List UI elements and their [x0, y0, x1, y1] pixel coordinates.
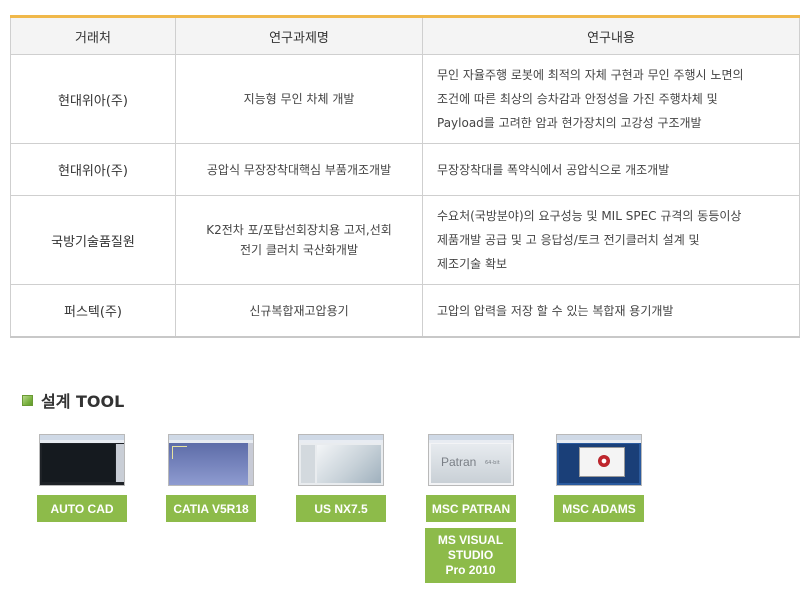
table-header-row: 거래처 연구과제명 연구내용 [10, 16, 800, 55]
client-cell: 국방기술품질원 [10, 195, 176, 285]
autocad-button[interactable]: AUTO CAD [37, 495, 127, 522]
content-cell: 고압의 압력을 저장 할 수 있는 복합재 용기개발 [422, 284, 800, 338]
visual-studio-button[interactable]: MS VISUAL STUDIO Pro 2010 [425, 528, 516, 583]
design-tool-heading: 설계 TOOL [22, 389, 124, 411]
adams-screenshot-icon[interactable] [556, 434, 642, 486]
project-line: 전기 클러치 국산화개발 [239, 243, 359, 257]
adams-button[interactable]: MSC ADAMS [554, 495, 644, 522]
content-line: 무인 자율주행 로봇에 최적의 자체 구현과 무인 주행시 노면의 [437, 68, 744, 82]
header-content: 연구내용 [422, 16, 800, 55]
project-line: K2전차 포/포탑선회장치용 고저,선회 [206, 223, 392, 237]
autocad-screenshot-icon[interactable] [39, 434, 125, 486]
content-line: 수요처(국방분야)의 요구성능 및 MIL SPEC 규격의 동등이상 [437, 209, 742, 223]
project-line: 지능형 무인 차체 개발 [243, 92, 355, 106]
patran-screenshot-icon[interactable]: Patran 64-bit [428, 434, 514, 486]
client-cell: 현대위아(주) [10, 54, 176, 144]
client-cell: 현대위아(주) [10, 143, 176, 196]
content-line: Payload를 고려한 암과 현가장치의 고강성 구조개발 [437, 116, 702, 130]
patran-version-text: 64-bit [485, 460, 500, 466]
content-line: 조건에 따른 최상의 승차감과 안정성을 가진 주행차체 및 [437, 92, 718, 106]
project-line: 신규복합재고압용기 [249, 303, 349, 318]
patran-button[interactable]: MSC PATRAN [426, 495, 516, 522]
content-line: 무장장착대를 폭약식에서 공압식으로 개조개발 [437, 162, 670, 177]
content-cell: 무장장착대를 폭약식에서 공압식으로 개조개발 [422, 143, 800, 196]
table-row: 국방기술품질원 K2전차 포/포탑선회장치용 고저,선회 전기 클러치 국산화개… [10, 195, 800, 285]
table-row: 퍼스텍(주) 신규복합재고압용기 고압의 압력을 저장 할 수 있는 복합재 용… [10, 284, 800, 338]
research-projects-table: 거래처 연구과제명 연구내용 현대위아(주) 지능형 무인 차체 개발 무인 자… [10, 15, 800, 338]
header-project: 연구과제명 [175, 16, 423, 55]
visual-studio-line: MS VISUAL [437, 533, 504, 547]
project-cell: 지능형 무인 차체 개발 [175, 54, 423, 144]
project-cell: 신규복합재고압용기 [175, 284, 423, 338]
visual-studio-line: Pro 2010 [445, 563, 496, 577]
content-line: 제조기술 확보 [437, 257, 508, 271]
content-line: 고압의 압력을 저장 할 수 있는 복합재 용기개발 [437, 303, 674, 318]
patran-logo-text: Patran [441, 455, 477, 469]
content-cell: 무인 자율주행 로봇에 최적의 자체 구현과 무인 주행시 노면의 조건에 따른… [422, 54, 800, 144]
catia-screenshot-icon[interactable] [168, 434, 254, 486]
table-row: 현대위아(주) 공압식 무장장착대핵심 부품개조개발 무장장착대를 폭약식에서 … [10, 143, 800, 196]
nx-button[interactable]: US NX7.5 [296, 495, 386, 522]
green-square-bullet-icon [22, 394, 33, 406]
design-tool-title: 설계 TOOL [41, 392, 125, 411]
project-cell: 공압식 무장장착대핵심 부품개조개발 [175, 143, 423, 196]
catia-button[interactable]: CATIA V5R18 [166, 495, 256, 522]
nx-screenshot-icon[interactable] [298, 434, 384, 486]
header-client: 거래처 [10, 16, 176, 55]
project-line: 공압식 무장장착대핵심 부품개조개발 [206, 162, 392, 177]
client-cell: 퍼스텍(주) [10, 284, 176, 338]
project-cell: K2전차 포/포탑선회장치용 고저,선회 전기 클러치 국산화개발 [175, 195, 423, 285]
content-line: 제품개발 공급 및 고 응답성/토크 전기클러치 설계 및 [437, 233, 700, 247]
content-cell: 수요처(국방분야)의 요구성능 및 MIL SPEC 규격의 동등이상 제품개발… [422, 195, 800, 285]
table-row: 현대위아(주) 지능형 무인 차체 개발 무인 자율주행 로봇에 최적의 자체 … [10, 54, 800, 144]
visual-studio-line: STUDIO [447, 548, 494, 562]
